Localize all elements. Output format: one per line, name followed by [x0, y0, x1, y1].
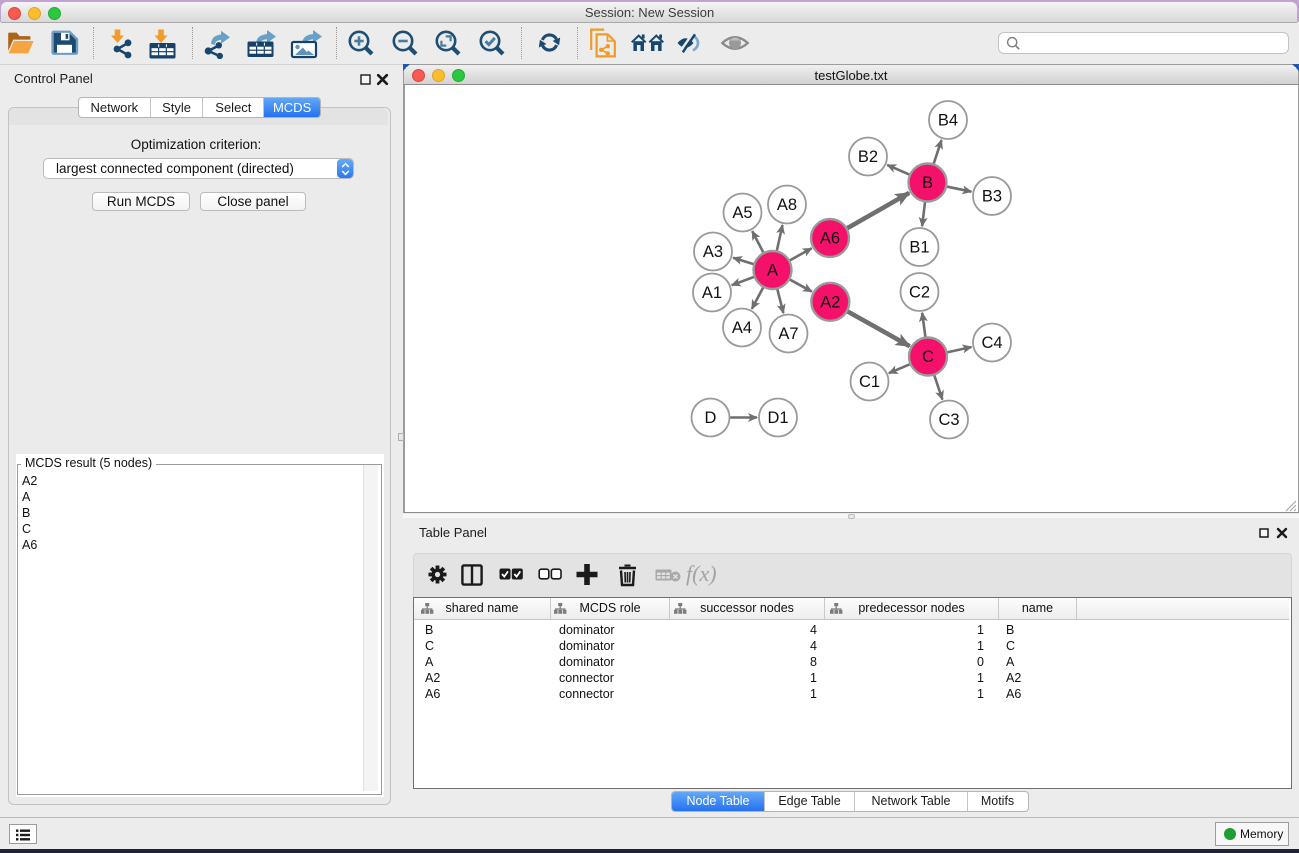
svg-text:C4: C4 [981, 334, 1002, 352]
svg-text:C2: C2 [909, 284, 930, 302]
svg-text:A4: A4 [732, 319, 752, 337]
svg-text:A2: A2 [820, 293, 840, 311]
svg-text:C: C [922, 348, 934, 366]
svg-text:A7: A7 [778, 325, 798, 343]
svg-text:C3: C3 [938, 411, 959, 429]
svg-text:A8: A8 [777, 196, 797, 214]
svg-text:B1: B1 [909, 239, 929, 257]
svg-text:A5: A5 [732, 204, 752, 222]
svg-text:C1: C1 [859, 373, 880, 391]
svg-text:D1: D1 [767, 409, 788, 427]
svg-text:D: D [705, 409, 717, 427]
svg-text:A1: A1 [702, 284, 722, 302]
svg-text:B4: B4 [938, 112, 958, 130]
svg-text:B2: B2 [858, 148, 878, 166]
svg-text:A6: A6 [820, 230, 840, 248]
svg-text:A: A [767, 262, 778, 280]
svg-text:B: B [922, 174, 933, 192]
svg-text:B3: B3 [982, 188, 1002, 206]
svg-text:A3: A3 [703, 243, 723, 261]
